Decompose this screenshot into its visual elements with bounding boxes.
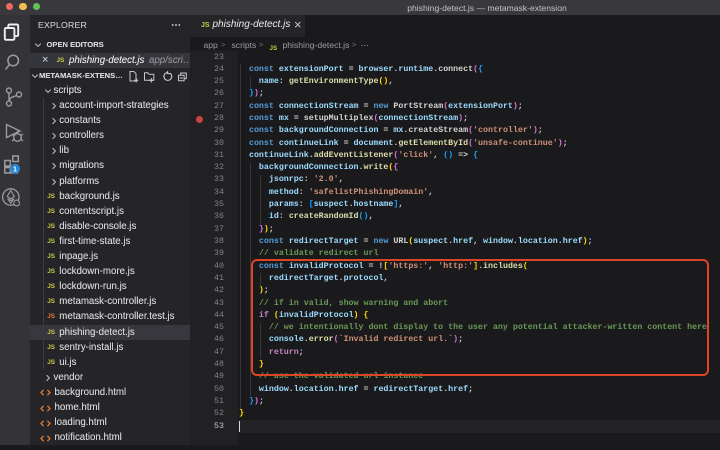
svg-text:1: 1 <box>13 164 17 173</box>
